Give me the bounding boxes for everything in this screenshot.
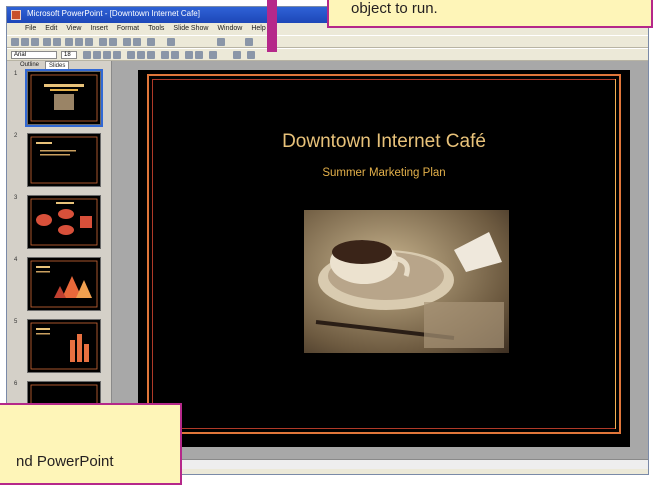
italic-icon[interactable] bbox=[93, 51, 101, 59]
align-left-icon[interactable] bbox=[127, 51, 135, 59]
slide-frame-left bbox=[147, 74, 149, 434]
align-right-icon[interactable] bbox=[147, 51, 155, 59]
menu-tools[interactable]: Tools bbox=[148, 23, 164, 35]
slide-frame-top-inner bbox=[152, 79, 616, 80]
paste-icon[interactable] bbox=[85, 38, 93, 46]
menu-view[interactable]: View bbox=[66, 23, 81, 35]
slide-number: 3 bbox=[14, 195, 18, 201]
grid-icon[interactable] bbox=[245, 38, 253, 46]
slide-thumbnail-3[interactable] bbox=[27, 195, 101, 249]
design-icon[interactable] bbox=[233, 51, 241, 59]
callout-bottom-text: nd PowerPoint bbox=[16, 453, 114, 470]
coffee-cup-photo[interactable] bbox=[304, 210, 509, 353]
slide-frame-top bbox=[147, 74, 621, 76]
numbering-icon[interactable] bbox=[161, 51, 169, 59]
menu-edit[interactable]: Edit bbox=[45, 23, 57, 35]
slide-subtitle[interactable]: Summer Marketing Plan bbox=[138, 167, 630, 179]
font-name-box[interactable]: Arial bbox=[11, 51, 57, 59]
standard-toolbar bbox=[7, 35, 648, 48]
font-shrink-icon[interactable] bbox=[195, 51, 203, 59]
slide-number: 5 bbox=[14, 319, 18, 325]
powerpoint-app-icon bbox=[11, 10, 21, 20]
slides-pane: Outline Slides 1 2 3 4 5 6 bbox=[7, 61, 112, 459]
pane-tabs: Outline Slides bbox=[7, 61, 111, 70]
bullets-icon[interactable] bbox=[171, 51, 179, 59]
slide-frame-bottom-inner bbox=[152, 428, 616, 429]
slide-frame-bottom bbox=[147, 432, 621, 434]
new-slide-icon[interactable] bbox=[247, 51, 255, 59]
open-icon[interactable] bbox=[21, 38, 29, 46]
callout-bottom: nd PowerPoint bbox=[0, 403, 182, 485]
chart-icon[interactable] bbox=[123, 38, 131, 46]
font-grow-icon[interactable] bbox=[185, 51, 193, 59]
preview-icon[interactable] bbox=[53, 38, 61, 46]
tab-outline[interactable]: Outline bbox=[17, 61, 42, 70]
menu-slide-show[interactable]: Slide Show bbox=[173, 23, 208, 35]
slide-editing-pane: Downtown Internet Café Summer Marketing … bbox=[112, 61, 648, 459]
bold-icon[interactable] bbox=[83, 51, 91, 59]
copy-icon[interactable] bbox=[75, 38, 83, 46]
font-color-icon[interactable] bbox=[209, 51, 217, 59]
slide-thumbnail-4[interactable] bbox=[27, 257, 101, 311]
underline-icon[interactable] bbox=[103, 51, 111, 59]
slide-number: 1 bbox=[14, 71, 18, 77]
menu-help[interactable]: Help bbox=[251, 23, 265, 35]
slide-number: 2 bbox=[14, 133, 18, 139]
slide-thumbnail-1[interactable] bbox=[25, 69, 103, 127]
new-icon[interactable] bbox=[11, 38, 19, 46]
formatting-toolbar: Arial 18 bbox=[7, 48, 648, 61]
help-icon[interactable] bbox=[167, 38, 175, 46]
slide-title[interactable]: Downtown Internet Café bbox=[138, 131, 630, 153]
slide-thumbnail-5[interactable] bbox=[27, 319, 101, 373]
menu-file[interactable]: File bbox=[25, 23, 36, 35]
align-center-icon[interactable] bbox=[137, 51, 145, 59]
print-icon[interactable] bbox=[43, 38, 51, 46]
table-icon[interactable] bbox=[133, 38, 141, 46]
coffee-cup-picture bbox=[315, 232, 504, 348]
thumbnail-1-graphic bbox=[30, 74, 98, 122]
thumbnail-3-graphic bbox=[30, 198, 98, 246]
callout-top-text: object to run. bbox=[351, 0, 438, 17]
menu-window[interactable]: Window bbox=[217, 23, 242, 35]
menu-format[interactable]: Format bbox=[117, 23, 139, 35]
window-title: Microsoft PowerPoint - [Downtown Interne… bbox=[27, 9, 200, 18]
color-icon[interactable] bbox=[217, 38, 225, 46]
current-slide[interactable]: Downtown Internet Café Summer Marketing … bbox=[138, 70, 630, 447]
thumbnail-4-graphic bbox=[30, 260, 98, 308]
callout-top: object to run. bbox=[327, 0, 653, 28]
slide-frame-right bbox=[619, 74, 621, 434]
callout-pointer-bar bbox=[267, 0, 277, 52]
slide-number: 6 bbox=[14, 381, 18, 387]
shadow-icon[interactable] bbox=[113, 51, 121, 59]
redo-icon[interactable] bbox=[109, 38, 117, 46]
thumbnail-5-graphic bbox=[30, 322, 98, 370]
tab-slides[interactable]: Slides bbox=[45, 61, 70, 70]
thumbnail-2-graphic bbox=[30, 136, 98, 184]
slide-number: 4 bbox=[14, 257, 18, 263]
font-size-box[interactable]: 18 bbox=[61, 51, 77, 59]
cut-icon[interactable] bbox=[65, 38, 73, 46]
zoom-icon[interactable] bbox=[147, 38, 155, 46]
undo-icon[interactable] bbox=[99, 38, 107, 46]
save-icon[interactable] bbox=[31, 38, 39, 46]
menu-insert[interactable]: Insert bbox=[90, 23, 108, 35]
slide-thumbnail-2[interactable] bbox=[27, 133, 101, 187]
